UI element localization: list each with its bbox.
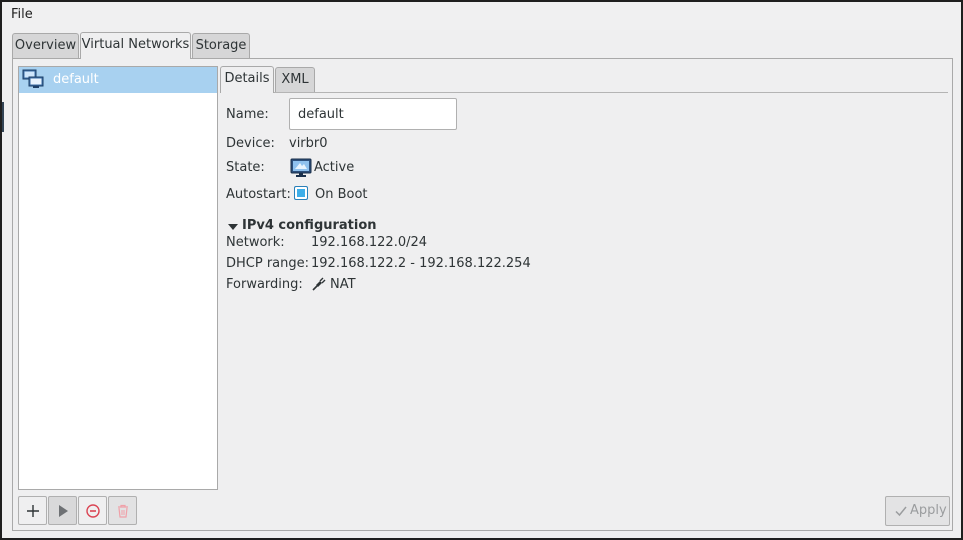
network-name: default <box>53 72 99 87</box>
autostart-label: Autostart: <box>226 187 291 202</box>
ipv4-section-title[interactable]: IPv4 configuration <box>242 218 377 233</box>
expander-triangle-icon[interactable] <box>228 224 238 230</box>
start-network-button[interactable] <box>48 496 77 525</box>
plug-icon <box>312 277 326 291</box>
name-label: Name: <box>226 107 269 122</box>
trash-icon <box>118 504 128 518</box>
tab-overview[interactable]: Overview <box>12 33 79 58</box>
tab-divider <box>220 92 948 93</box>
forwarding-value: NAT <box>330 277 356 292</box>
delete-network-button[interactable] <box>108 496 137 525</box>
stop-network-button[interactable] <box>78 496 107 525</box>
autostart-checkbox[interactable] <box>294 186 308 200</box>
state-value: Active <box>314 160 355 175</box>
stop-icon <box>86 504 100 518</box>
network-icon <box>22 69 44 88</box>
monitor-active-icon <box>290 158 312 177</box>
network-label: Network: <box>226 235 285 250</box>
tab-storage[interactable]: Storage <box>192 33 250 58</box>
apply-label: Apply <box>910 503 947 518</box>
menu-file[interactable]: File <box>11 7 33 22</box>
virtual-networks-window: File Overview Virtual Networks Storage d… <box>0 0 963 540</box>
menubar: File <box>2 2 961 30</box>
checkmark-icon <box>895 506 907 517</box>
play-icon <box>59 505 68 517</box>
apply-button[interactable]: Apply <box>885 496 950 526</box>
network-list[interactable]: default <box>18 66 218 490</box>
list-item[interactable]: default <box>19 67 217 93</box>
forwarding-label: Forwarding: <box>226 277 303 292</box>
tab-virtual-networks[interactable]: Virtual Networks <box>80 32 191 59</box>
dhcp-value: 192.168.122.2 - 192.168.122.254 <box>311 256 531 271</box>
tab-details[interactable]: Details <box>220 66 274 93</box>
autostart-value[interactable]: On Boot <box>315 187 368 202</box>
virtual-networks-panel: default Details XML Name: Device: virbr0… <box>12 58 953 531</box>
tab-xml[interactable]: XML <box>275 67 315 92</box>
device-value: virbr0 <box>289 136 328 151</box>
state-label: State: <box>226 160 265 175</box>
dhcp-label: DHCP range: <box>226 256 310 271</box>
plus-icon <box>27 505 39 517</box>
background-edge <box>2 102 4 132</box>
network-value: 192.168.122.0/24 <box>311 235 428 250</box>
device-label: Device: <box>226 136 275 151</box>
name-field[interactable] <box>289 98 457 130</box>
add-network-button[interactable] <box>18 496 47 525</box>
